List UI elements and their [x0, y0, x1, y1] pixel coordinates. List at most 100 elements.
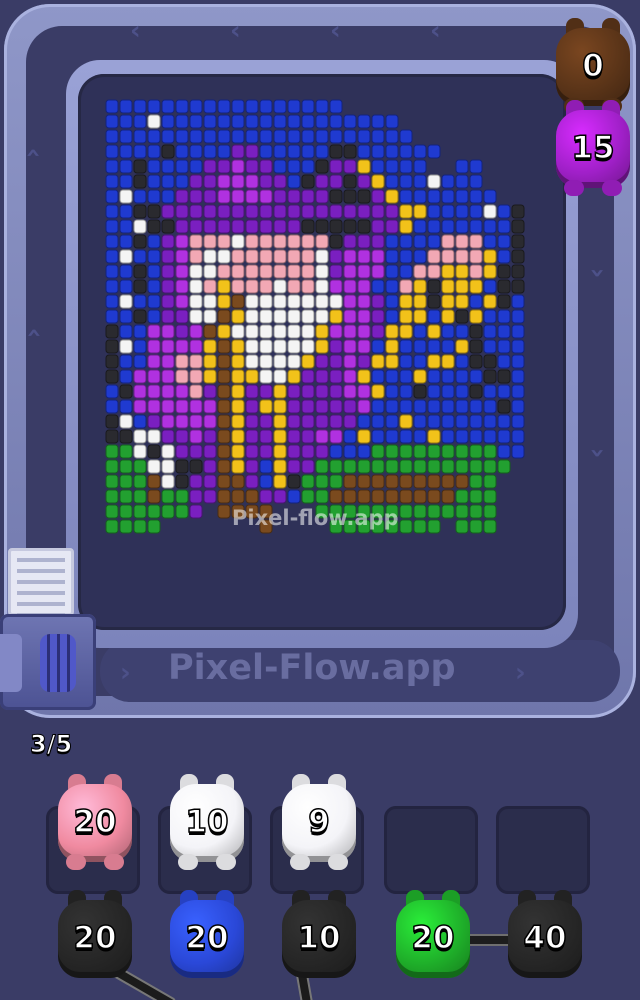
pixel-block	[371, 369, 385, 384]
pixel-block	[105, 489, 119, 504]
pixel-block	[301, 204, 315, 219]
pixel-block	[427, 429, 441, 444]
pixel-block	[385, 309, 399, 324]
pixel-block	[301, 279, 315, 294]
pixel-block	[483, 459, 497, 474]
pixel-block	[119, 489, 133, 504]
pixel-block	[231, 339, 245, 354]
pixel-block	[119, 324, 133, 339]
pixel-block	[497, 249, 511, 264]
pig-ammo-count: 9	[307, 803, 330, 841]
pixel-block	[357, 384, 371, 399]
pixel-block	[189, 144, 203, 159]
pig-ammo-count: 20	[185, 919, 230, 957]
queued-pig[interactable]: 20	[50, 774, 140, 874]
pixel-block	[105, 354, 119, 369]
pixel-block	[497, 279, 511, 294]
pixel-block	[245, 219, 259, 234]
pixel-block	[245, 279, 259, 294]
pixel-block	[273, 174, 287, 189]
pixel-block	[371, 339, 385, 354]
pixel-block	[301, 339, 315, 354]
pixel-block	[441, 249, 455, 264]
pixel-block	[175, 129, 189, 144]
pixel-block	[427, 369, 441, 384]
pixel-block	[413, 324, 427, 339]
pixel-block	[441, 174, 455, 189]
pixel-block	[245, 399, 259, 414]
pig-ammo-count: 40	[523, 919, 568, 957]
pixel-block	[147, 279, 161, 294]
pixel-block	[161, 174, 175, 189]
grid-pig[interactable]: 20	[50, 890, 140, 990]
pixel-block	[483, 339, 497, 354]
pixel-block	[133, 459, 147, 474]
pixel-block	[399, 519, 413, 534]
pixel-block	[119, 519, 133, 534]
pixel-block	[231, 324, 245, 339]
pixel-block	[357, 459, 371, 474]
pixel-block	[147, 114, 161, 129]
pixel-block	[343, 144, 357, 159]
chevron-left-icon: ‹	[430, 16, 441, 46]
grid-pig[interactable]: 20	[388, 890, 478, 990]
pixel-block	[469, 384, 483, 399]
pixel-block	[511, 324, 525, 339]
pixel-block	[357, 444, 371, 459]
pixel-block	[231, 144, 245, 159]
pixel-block	[399, 129, 413, 144]
pixel-block	[301, 129, 315, 144]
queued-pig[interactable]: 10	[162, 774, 252, 874]
pixel-art-canvas[interactable]	[78, 74, 566, 630]
pixel-block	[357, 249, 371, 264]
pixel-block	[399, 324, 413, 339]
pixel-block	[427, 204, 441, 219]
pixel-block	[441, 459, 455, 474]
pixel-block	[315, 399, 329, 414]
pixel-block	[105, 99, 119, 114]
pixel-block	[511, 219, 525, 234]
pixel-block	[119, 504, 133, 519]
pixel-block	[287, 294, 301, 309]
pixel-block	[231, 474, 245, 489]
queued-pig[interactable]: 9	[274, 774, 364, 874]
pixel-block	[175, 294, 189, 309]
pixel-block	[161, 459, 175, 474]
grid-pig[interactable]: 40	[500, 890, 590, 990]
pixel-block	[497, 384, 511, 399]
pixel-block	[203, 354, 217, 369]
pixel-block	[217, 294, 231, 309]
pixel-block	[273, 99, 287, 114]
chevron-up-icon: ›	[582, 447, 613, 459]
pixel-block	[343, 414, 357, 429]
pixel-block	[511, 384, 525, 399]
pixel-block	[371, 144, 385, 159]
pixel-block	[105, 324, 119, 339]
queue-slot-empty[interactable]	[496, 806, 590, 894]
pixel-block	[161, 144, 175, 159]
pixel-block	[441, 354, 455, 369]
pixel-block	[119, 414, 133, 429]
pixel-block	[203, 324, 217, 339]
pixel-block	[343, 114, 357, 129]
pixel-block	[441, 369, 455, 384]
pixel-block	[147, 159, 161, 174]
pixel-block	[259, 129, 273, 144]
pixel-block	[273, 474, 287, 489]
pixel-block	[441, 294, 455, 309]
slot-progress: 3/5	[29, 730, 73, 759]
queue-slot-empty[interactable]	[384, 806, 478, 894]
grid-pig[interactable]: 20	[162, 890, 252, 990]
pixel-block	[161, 249, 175, 264]
pixel-block	[245, 264, 259, 279]
pixel-block	[371, 324, 385, 339]
pixel-block	[259, 189, 273, 204]
pixel-block	[399, 429, 413, 444]
grid-pig[interactable]: 10	[274, 890, 364, 990]
pixel-block	[427, 189, 441, 204]
active-shooter-pig[interactable]: 15	[548, 100, 638, 200]
pixel-block	[119, 129, 133, 144]
pixel-block	[105, 144, 119, 159]
pixel-block	[189, 159, 203, 174]
pixel-block	[315, 429, 329, 444]
